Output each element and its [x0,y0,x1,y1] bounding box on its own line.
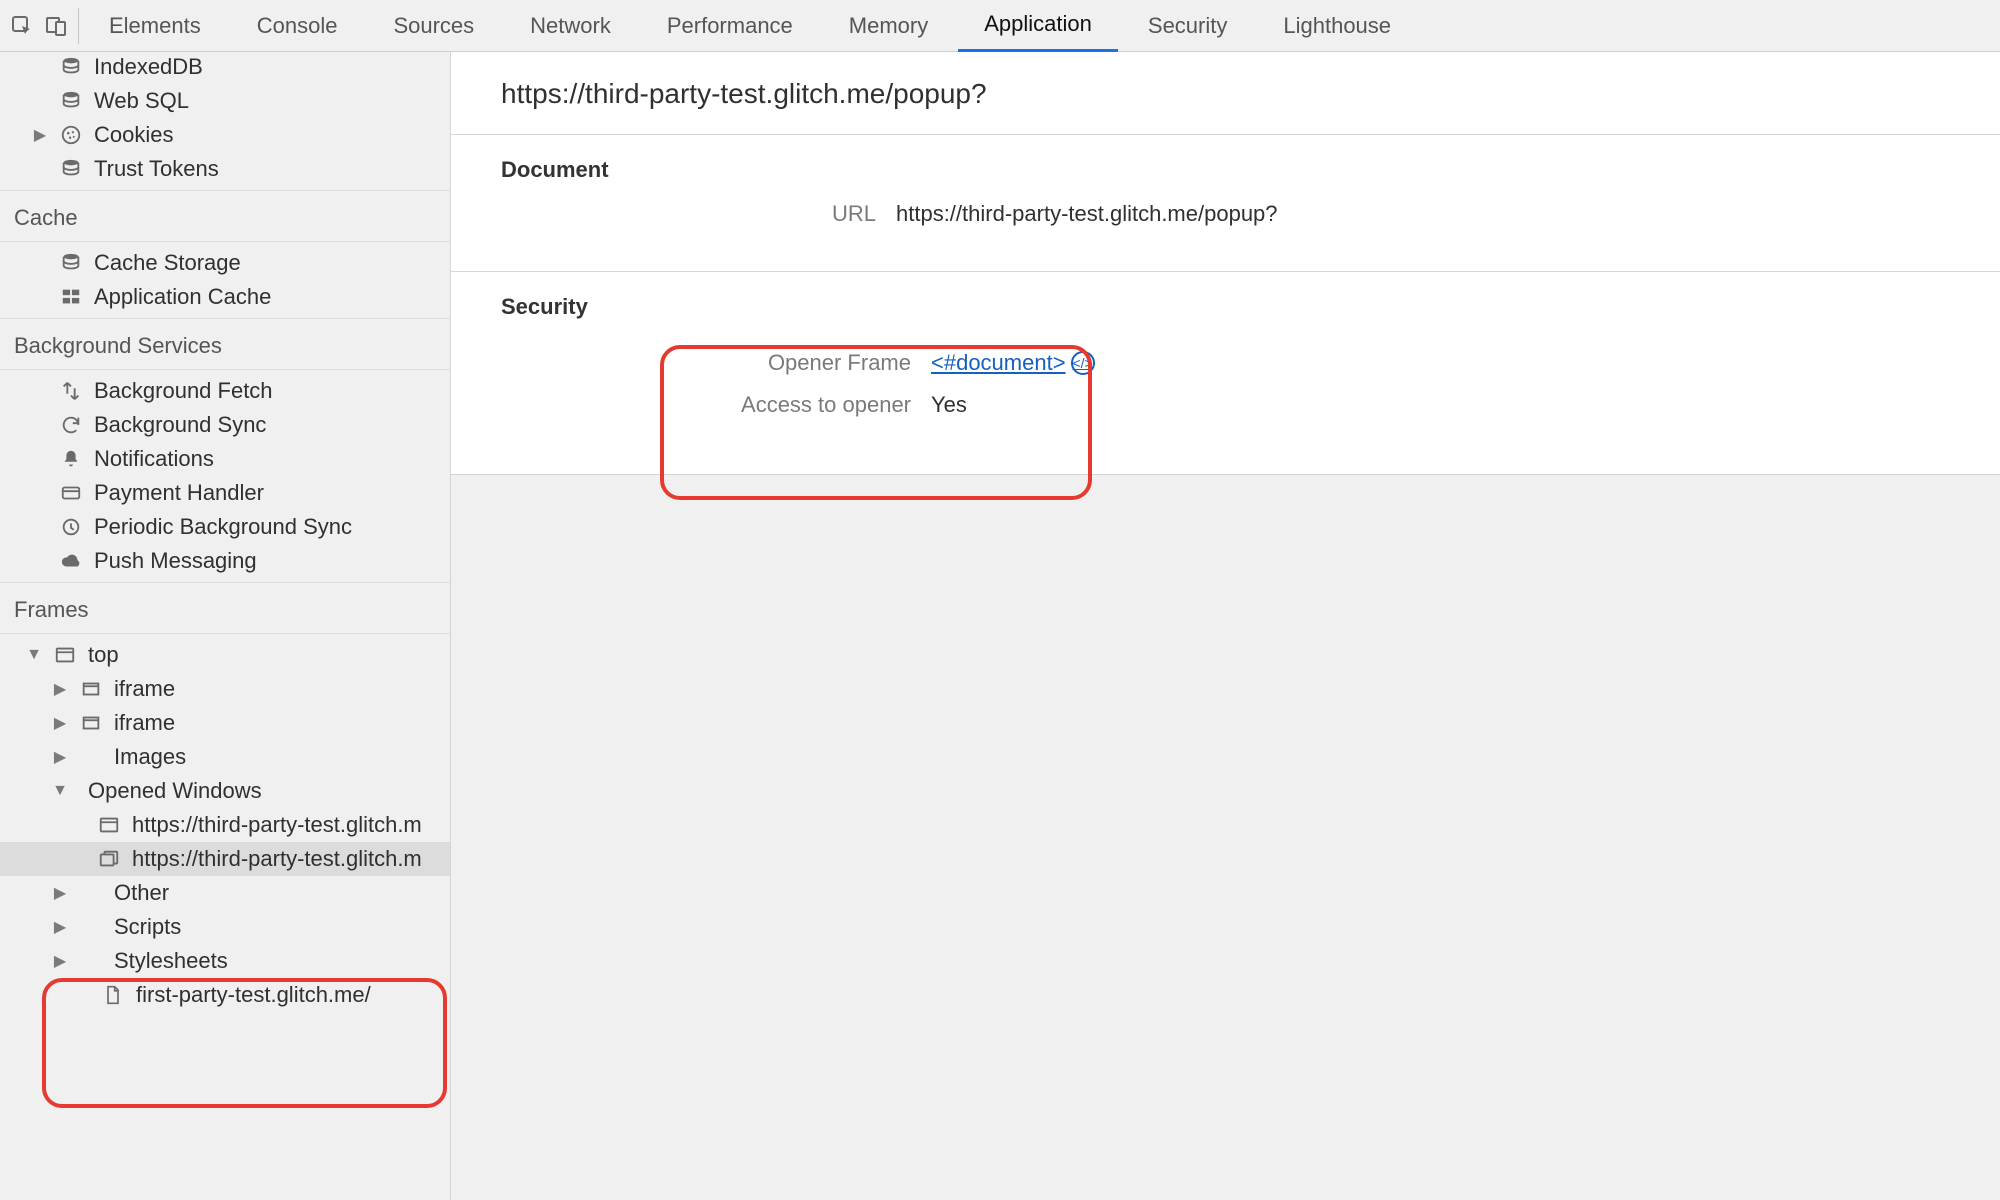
window-icon [96,814,122,836]
tree-websql[interactable]: ▶ Web SQL [0,84,450,118]
kv-key-access: Access to opener [501,392,911,418]
tree-label: Background Fetch [94,378,273,404]
tree-bg-fetch[interactable]: ▶ Background Fetch [0,374,450,408]
clock-icon [58,516,84,538]
tab-performance[interactable]: Performance [641,0,819,52]
tab-console[interactable]: Console [231,0,364,52]
tree-label: iframe [114,710,175,736]
tree-label: https://third-party-test.glitch.me/ [132,846,422,872]
tree-label: Cookies [94,122,173,148]
tree-label: first-party-test.glitch.me/ [136,982,371,1008]
section-security: Security Opener Frame <#document> </> Ac… [451,272,2000,475]
tab-application[interactable]: Application [958,0,1118,52]
tree-label: Payment Handler [94,480,264,506]
main-panel: https://third-party-test.glitch.me/popup… [451,52,2000,1200]
tree-label: top [88,642,119,668]
device-toggle-icon[interactable] [44,14,68,38]
tree-scripts[interactable]: ▶ Scripts [0,910,450,944]
tree-push[interactable]: ▶ Push Messaging [0,544,450,578]
kv-value-access: Yes [931,392,967,418]
tree-images[interactable]: ▶ Images [0,740,450,774]
tree-label: Opened Windows [88,778,262,804]
section-document: Document URL https://third-party-test.gl… [451,135,2000,272]
tree-cache-storage[interactable]: ▶ Cache Storage [0,246,450,280]
tree-label: Periodic Background Sync [94,514,352,540]
tab-lighthouse[interactable]: Lighthouse [1257,0,1417,52]
section-cache: Cache [0,190,450,242]
cloud-icon [58,550,84,572]
tree-label: Trust Tokens [94,156,219,182]
inspect-icon[interactable] [10,14,34,38]
frame-icon [78,678,104,700]
transfer-icon [58,380,84,402]
tree-trusttokens[interactable]: ▶ Trust Tokens [0,152,450,186]
section-header: Document [501,157,2000,183]
tab-sources[interactable]: Sources [367,0,500,52]
devtools-tabbar: Elements Console Sources Network Perform… [0,0,2000,52]
tree-other[interactable]: ▶ Other [0,876,450,910]
tree-label: Cache Storage [94,250,241,276]
tree-iframe-1[interactable]: ▶ iframe [0,672,450,706]
tree-label: Application Cache [94,284,271,310]
tree-file[interactable]: ▶ first-party-test.glitch.me/ [0,978,450,1012]
tree-opened-window-1[interactable]: https://third-party-test.glitch.me/ [0,808,450,842]
tree-label: https://third-party-test.glitch.me/ [132,812,422,838]
tree-notifications[interactable]: ▶ Notifications [0,442,450,476]
tree-periodic-sync[interactable]: ▶ Periodic Background Sync [0,510,450,544]
tree-opened-window-2[interactable]: https://third-party-test.glitch.me/ [0,842,450,876]
sync-icon [58,414,84,436]
section-header: Security [501,294,2000,320]
database-icon [58,158,84,180]
bell-icon [58,448,84,470]
tree-label: Stylesheets [114,948,228,974]
database-icon [58,90,84,112]
tree-label: Other [114,880,169,906]
tree-indexeddb[interactable]: ▶ IndexedDB [0,52,450,84]
tree-label: Scripts [114,914,181,940]
section-frames: Frames [0,582,450,634]
window-icon [52,644,78,666]
file-icon [100,984,126,1006]
tab-elements[interactable]: Elements [83,0,227,52]
tab-network[interactable]: Network [504,0,637,52]
database-icon [58,252,84,274]
sidebar: ▶ IndexedDB ▶ Web SQL ▶ Cookies [0,52,451,1200]
tree-payment[interactable]: ▶ Payment Handler [0,476,450,510]
tree-label: Web SQL [94,88,189,114]
section-bg: Background Services [0,318,450,370]
tree-cookies[interactable]: ▶ Cookies [0,118,450,152]
tree-label: Images [114,744,186,770]
tree-opened-windows[interactable]: ▼ Opened Windows [0,774,450,808]
tree-top[interactable]: ▼ top [0,638,450,672]
kv-key-opener: Opener Frame [501,350,911,376]
database-icon [58,56,84,78]
cookie-icon [58,124,84,146]
tree-stylesheets[interactable]: ▶ Stylesheets [0,944,450,978]
tab-security[interactable]: Security [1122,0,1253,52]
tree-app-cache[interactable]: ▶ Application Cache [0,280,450,314]
tree-iframe-2[interactable]: ▶ iframe [0,706,450,740]
tree-bg-sync[interactable]: ▶ Background Sync [0,408,450,442]
kv-key-url: URL [501,201,876,227]
windows-stack-icon [96,848,122,870]
frame-icon [78,712,104,734]
kv-value-url: https://third-party-test.glitch.me/popup… [896,201,1278,227]
tree-label: Push Messaging [94,548,257,574]
tree-label: Background Sync [94,412,266,438]
opener-frame-link[interactable]: <#document> </> [931,350,1095,376]
tree-label: Notifications [94,446,214,472]
card-icon [58,482,84,504]
tab-memory[interactable]: Memory [823,0,954,52]
link-text: <#document> [931,350,1066,376]
page-title: https://third-party-test.glitch.me/popup… [451,52,2000,135]
tree-label: IndexedDB [94,54,203,80]
tree-label: iframe [114,676,175,702]
reveal-icon: </> [1071,351,1095,375]
grid-icon [58,286,84,308]
